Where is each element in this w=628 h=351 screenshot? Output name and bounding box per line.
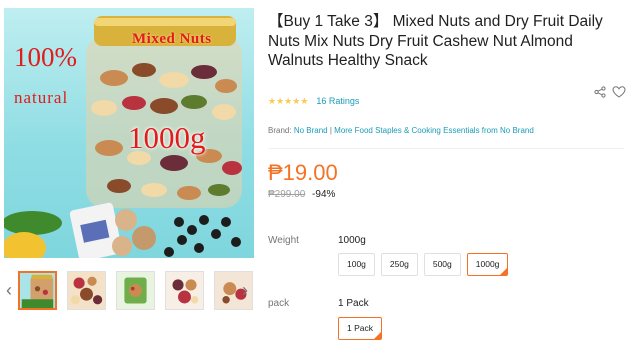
thumbnail-image bbox=[20, 273, 55, 308]
weight-option-250g[interactable]: 250g bbox=[380, 253, 418, 276]
promo-weight-text: 1000g bbox=[128, 120, 206, 155]
product-title: 【Buy 1 Take 3】 Mixed Nuts and Dry Fruit … bbox=[268, 13, 603, 69]
weight-option-100g[interactable]: 100g bbox=[338, 253, 375, 276]
main-product-image[interactable]: 100% natural Mixed Nuts 1000g bbox=[4, 8, 254, 258]
heart-icon[interactable] bbox=[612, 85, 626, 99]
current-price: ₱19.00 bbox=[268, 160, 338, 185]
star-icon: ★ bbox=[268, 95, 277, 106]
ratings-link[interactable]: 16 Ratings bbox=[316, 96, 359, 106]
original-price: ₱299.00 bbox=[268, 189, 306, 200]
rating-row: ★ ★ ★ ★ ★ 16 Ratings bbox=[268, 96, 359, 106]
pack-options: 1 Pack bbox=[338, 317, 382, 340]
thumbnail-mixed-nuts-jar[interactable] bbox=[18, 271, 57, 310]
star-icon: ★ bbox=[284, 95, 293, 106]
thumbnail-nut-mix-package[interactable] bbox=[116, 271, 155, 310]
pack-option-1-pack[interactable]: 1 Pack bbox=[338, 317, 382, 340]
more-from-brand-link[interactable]: More Food Staples & Cooking Essentials f… bbox=[334, 126, 534, 135]
weight-label: Weight bbox=[268, 235, 299, 246]
weight-selected-value: 1000g bbox=[338, 235, 366, 246]
thumbnail-dried-fruit-mix[interactable] bbox=[165, 271, 204, 310]
original-price-row: ₱299.00 -94% bbox=[268, 189, 335, 200]
star-icon: ★ bbox=[292, 95, 301, 106]
thumbnail-image bbox=[117, 272, 154, 309]
promo-natural-text: natural bbox=[14, 88, 69, 107]
pack-selected-value: 1 Pack bbox=[338, 298, 369, 309]
brand-row: Brand: No Brand | More Food Staples & Co… bbox=[268, 126, 534, 135]
share-icon[interactable] bbox=[594, 86, 606, 98]
thumbnail-strip bbox=[18, 271, 253, 310]
rating-stars: ★ ★ ★ ★ ★ bbox=[268, 95, 309, 106]
weight-options: 100g 250g 500g 1000g bbox=[338, 253, 509, 276]
discount-badge: -94% bbox=[312, 189, 336, 200]
thumbnail-image bbox=[166, 272, 203, 309]
gallery-next-arrow[interactable]: › bbox=[238, 280, 252, 300]
jar-label-text: Mixed Nuts bbox=[132, 31, 212, 47]
weight-option-1000g[interactable]: 1000g bbox=[466, 253, 509, 276]
thumbnail-nut-mix-bowl[interactable] bbox=[67, 271, 106, 310]
pack-label: pack bbox=[268, 298, 290, 309]
brand-separator: | bbox=[329, 126, 332, 135]
brand-link[interactable]: No Brand bbox=[294, 126, 328, 135]
weight-option-500g[interactable]: 500g bbox=[423, 253, 461, 276]
star-icon: ★ bbox=[300, 95, 309, 106]
thumbnail-image bbox=[68, 272, 105, 309]
promo-percent-text: 100% bbox=[14, 42, 77, 72]
brand-label: Brand: bbox=[268, 126, 292, 135]
gallery-prev-arrow[interactable]: ‹ bbox=[2, 280, 16, 300]
divider bbox=[268, 148, 624, 149]
star-icon: ★ bbox=[276, 95, 285, 106]
